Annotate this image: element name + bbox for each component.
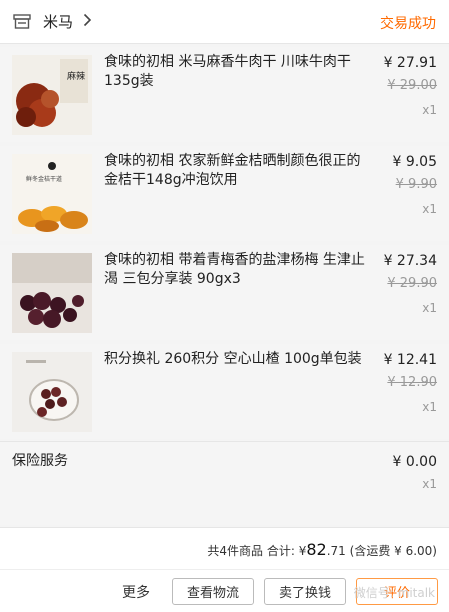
item-count: 共4件商品 [207,544,264,558]
product-original-price: ¥ 29.90 [387,276,437,291]
product-title[interactable]: 食味的初相 带着青梅香的盐津杨梅 生津止渴 三包分享装 90gx3 [104,251,366,289]
insurance-service-row[interactable]: 保险服务 ¥ 0.00 x1 [0,441,449,525]
watermark: 微信号: mitalk [353,586,435,600]
total-cents: .71 [326,544,346,558]
product-title[interactable]: 积分换礼 260积分 空心山楂 100g单包装 [104,350,366,369]
insurance-quantity: x1 [422,477,437,491]
product-quantity: x1 [422,301,437,315]
insurance-label: 保险服务 [12,453,68,469]
product-price: ¥ 9.05 [392,154,437,170]
product-image-kumquat[interactable]: 鲜冬金桔干道 [12,154,92,234]
order-actions: 更多 查看物流 卖了换钱 评价 微信号: mitalk [0,569,449,612]
store-icon[interactable] [13,14,33,30]
product-original-price: ¥ 29.00 [387,78,437,93]
product-quantity: x1 [422,202,437,216]
product-price: ¥ 27.91 [383,55,437,71]
order-status: 交易成功 [380,16,436,32]
more-button[interactable]: 更多 [122,582,150,602]
product-price: ¥ 12.41 [383,352,437,368]
svg-text:麻辣: 麻辣 [67,70,85,82]
product-original-price: ¥ 9.90 [395,177,437,192]
chevron-right-icon[interactable] [83,12,92,31]
order-item-1[interactable]: 麻辣 食味的初相 米马麻香牛肉干 川味牛肉干135g装 ¥ 27.91 ¥ 29… [0,47,449,142]
resell-button[interactable]: 卖了换钱 [264,578,346,605]
product-image-beef[interactable]: 麻辣 [12,55,92,135]
shipping-note: (含运费 ¥ 6.00) [349,544,437,558]
product-quantity: x1 [422,400,437,414]
order-item-2[interactable]: 鲜冬金桔干道 食味的初相 农家新鲜金桔晒制颜色很正的金桔干148g冲泡饮用 ¥ … [0,146,449,241]
total-label: 合计: ¥ [266,544,307,558]
product-quantity: x1 [422,103,437,117]
store-name[interactable]: 米马 [43,11,73,32]
svg-text:鲜冬金桔干道: 鲜冬金桔干道 [26,175,62,183]
product-image-hawthorn[interactable] [12,352,92,432]
view-logistics-button[interactable]: 查看物流 [172,578,254,605]
order-header: 米马 交易成功 [0,0,449,44]
product-title[interactable]: 食味的初相 米马麻香牛肉干 川味牛肉干135g装 [104,53,366,91]
product-title[interactable]: 食味的初相 农家新鲜金桔晒制颜色很正的金桔干148g冲泡饮用 [104,152,366,190]
insurance-price: ¥ 0.00 [392,454,437,470]
order-item-3[interactable]: 食味的初相 带着青梅香的盐津杨梅 生津止渴 三包分享装 90gx3 ¥ 27.3… [0,245,449,340]
total-amount: 82 [306,540,327,559]
product-price: ¥ 27.34 [383,253,437,269]
order-item-4[interactable]: 积分换礼 260积分 空心山楂 100g单包装 ¥ 12.41 ¥ 12.90 … [0,344,449,439]
product-image-bayberry[interactable] [12,253,92,333]
product-original-price: ¥ 12.90 [387,375,437,390]
order-summary: 共4件商品 合计: ¥82.71 (含运费 ¥ 6.00) [0,527,449,569]
